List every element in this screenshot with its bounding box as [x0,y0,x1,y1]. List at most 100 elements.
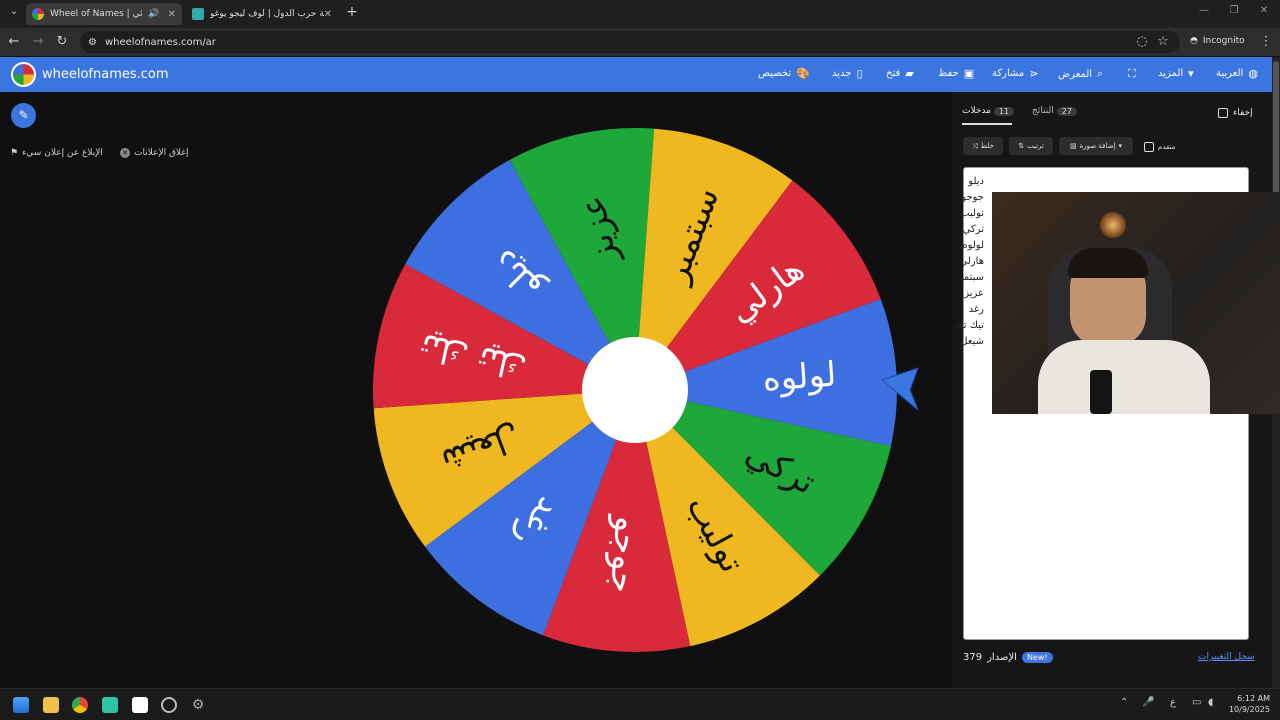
share-button[interactable]: ⋖ مشاركة [992,67,1039,80]
entry-item: توليب [960,208,984,219]
new-tab-button[interactable]: + [344,4,360,20]
wheel-area: ✎ ✕ إغلاق الإعلانات ⚑ الإبلاغ عن إعلان س… [0,92,952,688]
entry-item: هارلي [959,256,984,267]
checkbox-icon [1144,142,1154,152]
game-favicon-icon [192,8,204,20]
address-bar-row: ← → ↻ ⚙ wheelofnames.com/ar ◌ ☆ ◓ Incogn… [0,28,1280,56]
volume-icon[interactable]: ◖ [1208,697,1213,708]
chevron-down-icon: ▾ [1118,142,1123,150]
file-explorer-icon[interactable] [43,697,59,713]
tab-search-icon[interactable]: ⌄ [6,6,22,17]
wheel-segment-label: لولوه [761,354,837,399]
tab-results[interactable]: النتائج 27 [1032,106,1080,116]
hide-checkbox[interactable]: إخفاء [1218,108,1253,118]
person-hair [1068,248,1148,278]
bookmark-star-icon[interactable]: ☆ [1155,34,1171,49]
person-shirt [1038,340,1210,414]
date: 10/9/2025 [1228,705,1270,714]
side-panel: مدخلات 11 النتائج 27 إخفاء ⤨ خلط ⇅ ترتيب ▨… [952,92,1280,688]
obs-icon[interactable] [161,697,177,713]
chevron-up-icon[interactable]: ⌃ [1120,697,1128,708]
results-count-badge: 27 [1056,106,1077,116]
lamp-glow [1100,212,1126,238]
entry-item: لولوه [962,240,984,251]
browser-menu-icon[interactable]: ⋮ [1258,34,1274,49]
sort-button[interactable]: ⇅ ترتيب [1009,137,1053,155]
language-selector[interactable]: ◍ العربية [1216,67,1258,80]
close-window-button[interactable]: ✕ [1256,5,1272,16]
flag-icon: ⚑ [10,148,19,158]
network-icon[interactable]: ▭ [1192,697,1201,708]
entry-item: عزيز [964,288,984,299]
url-field[interactable]: ⚙ wheelofnames.com/ar [80,31,1180,53]
minimize-button[interactable]: — [1196,5,1212,16]
palette-icon: 🎨 [796,67,810,80]
entry-item: ديلو [968,176,984,187]
incognito-icon: ◓ [1190,36,1198,46]
report-ad-link[interactable]: ⚑ الإبلاغ عن إعلان سيء [10,148,103,158]
new-button[interactable]: ▯ جديد [832,67,863,80]
settings-gear-icon[interactable]: ⚙ [190,697,206,713]
incognito-label: Incognito [1202,36,1245,46]
windows-start-icon[interactable] [13,697,29,713]
search-icon: ⌕ [1097,67,1104,80]
folder-icon: ▰ [905,67,914,80]
shuffle-icon: ⤨ [972,141,978,150]
tab-second[interactable]: لعبة حرب الدول | لوف ليجو يوغو ✕ [186,3,338,25]
tab-title: لعبة حرب الدول | لوف ليجو يوغو [210,9,324,19]
advanced-checkbox[interactable]: متقدم [1144,142,1175,152]
close-tab-icon[interactable]: ✕ [168,9,176,20]
maximize-button[interactable]: ❐ [1226,5,1242,16]
app-icon[interactable] [102,697,118,713]
add-image-button[interactable]: ▨ إضافة صورة ▾ [1059,137,1133,155]
entry-item: جوجو [961,192,984,203]
edit-pencil-button[interactable]: ✎ [11,103,36,128]
wheel-segment-label: جوجو [602,513,648,595]
forward-icon[interactable]: → [30,34,46,49]
more-menu[interactable]: ▾ المزيد [1158,67,1194,80]
microphone [1090,370,1112,414]
save-button[interactable]: ▣ حفظ [938,67,974,80]
wheel-center-hub[interactable] [582,337,688,443]
wheel-favicon-icon [32,8,44,20]
back-icon[interactable]: ← [6,34,22,49]
customize-button[interactable]: 🎨 تخصيص [758,67,810,80]
fullscreen-button[interactable]: ⛶ [1128,67,1136,81]
webcam-overlay [992,192,1280,414]
eye-off-icon[interactable]: ◌ [1134,34,1150,49]
tab-wheel-of-names[interactable]: Wheel of Names | العشوائي 🔊 ✕ [26,3,182,25]
close-tab-icon[interactable]: ✕ [324,9,332,20]
shuffle-button[interactable]: ⤨ خلط [963,137,1003,155]
image-icon: ▨ [1069,142,1077,150]
entry-item: سبتمبر [955,272,984,283]
input-language[interactable]: ع [1170,697,1176,708]
logo-icon[interactable] [11,62,36,87]
share-icon: ⋖ [1029,67,1039,80]
tab-entries[interactable]: مدخلات 11 [962,106,1017,116]
site-info-icon[interactable]: ⚙ [88,37,97,48]
chrome-icon[interactable] [72,697,88,713]
gallery-button[interactable]: ⌕ المعرض [1058,67,1103,81]
clock[interactable]: 6:12 AM 10/9/2025 [1226,693,1270,715]
wheel[interactable]: لولوهتركيتوليبجوجورغدشيعلتيك تيكديلوعزيز… [360,120,930,660]
entry-item: شيعل [960,336,984,347]
logo-text[interactable]: wheelofnames.com [42,67,169,82]
entries-count-badge: 11 [993,106,1015,116]
reload-icon[interactable]: ↻ [54,34,70,49]
capcut-icon[interactable] [132,697,148,713]
pencil-icon: ✎ [18,108,29,122]
incognito-indicator[interactable]: ◓ Incognito [1190,36,1245,46]
close-ads-button[interactable]: ✕ إغلاق الإعلانات [120,148,189,158]
speaker-icon[interactable]: 🔊 [148,9,159,19]
app-header: wheelofnames.com 🎨 تخصيص ▯ جديد ▰ فتح ▣ حفظ … [0,57,1272,92]
changelog-link[interactable]: سجل التغييرات [1198,652,1255,662]
chevron-down-icon: ▾ [1188,67,1194,80]
fullscreen-icon: ⛶ [1128,67,1136,80]
mic-icon[interactable]: 🎤 [1142,697,1154,708]
entries-list: ديلو جوجو توليب تركي لولوه هارلي سبتمبر عزيز رغد… [870,176,990,352]
close-circle-icon: ✕ [120,148,130,158]
entry-item: تيك تيك [952,320,984,331]
open-button[interactable]: ▰ فتح [886,67,914,80]
checkbox-icon [1218,108,1228,118]
active-tab-indicator [962,123,1012,125]
